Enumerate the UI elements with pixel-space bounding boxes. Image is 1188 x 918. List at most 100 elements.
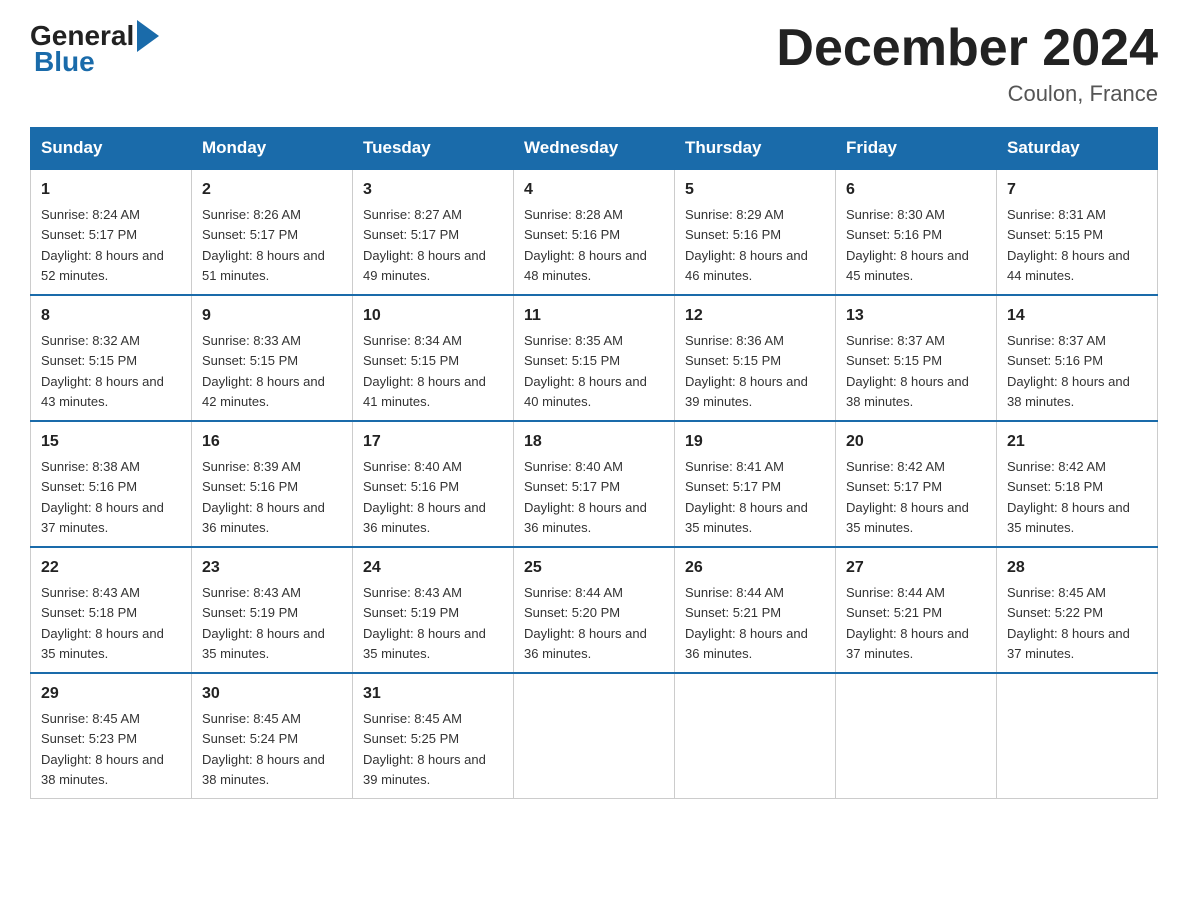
- day-number: 13: [846, 304, 986, 328]
- day-number: 11: [524, 304, 664, 328]
- calendar-week-2: 8 Sunrise: 8:32 AMSunset: 5:15 PMDayligh…: [31, 295, 1158, 421]
- calendar-cell: 14 Sunrise: 8:37 AMSunset: 5:16 PMDaylig…: [997, 295, 1158, 421]
- day-number: 6: [846, 178, 986, 202]
- col-wednesday: Wednesday: [514, 128, 675, 170]
- day-info: Sunrise: 8:30 AMSunset: 5:16 PMDaylight:…: [846, 207, 969, 283]
- day-info: Sunrise: 8:24 AMSunset: 5:17 PMDaylight:…: [41, 207, 164, 283]
- day-info: Sunrise: 8:36 AMSunset: 5:15 PMDaylight:…: [685, 333, 808, 409]
- day-info: Sunrise: 8:43 AMSunset: 5:19 PMDaylight:…: [363, 585, 486, 661]
- day-info: Sunrise: 8:33 AMSunset: 5:15 PMDaylight:…: [202, 333, 325, 409]
- day-info: Sunrise: 8:34 AMSunset: 5:15 PMDaylight:…: [363, 333, 486, 409]
- day-info: Sunrise: 8:38 AMSunset: 5:16 PMDaylight:…: [41, 459, 164, 535]
- calendar-cell: 12 Sunrise: 8:36 AMSunset: 5:15 PMDaylig…: [675, 295, 836, 421]
- day-info: Sunrise: 8:42 AMSunset: 5:17 PMDaylight:…: [846, 459, 969, 535]
- col-sunday: Sunday: [31, 128, 192, 170]
- calendar-cell: 15 Sunrise: 8:38 AMSunset: 5:16 PMDaylig…: [31, 421, 192, 547]
- calendar-cell: 17 Sunrise: 8:40 AMSunset: 5:16 PMDaylig…: [353, 421, 514, 547]
- day-info: Sunrise: 8:39 AMSunset: 5:16 PMDaylight:…: [202, 459, 325, 535]
- day-info: Sunrise: 8:32 AMSunset: 5:15 PMDaylight:…: [41, 333, 164, 409]
- calendar-cell: 26 Sunrise: 8:44 AMSunset: 5:21 PMDaylig…: [675, 547, 836, 673]
- calendar-cell: 3 Sunrise: 8:27 AMSunset: 5:17 PMDayligh…: [353, 169, 514, 295]
- day-number: 9: [202, 304, 342, 328]
- day-number: 31: [363, 682, 503, 706]
- title-area: December 2024 Coulon, France: [776, 20, 1158, 107]
- calendar-cell: 11 Sunrise: 8:35 AMSunset: 5:15 PMDaylig…: [514, 295, 675, 421]
- day-number: 10: [363, 304, 503, 328]
- day-info: Sunrise: 8:27 AMSunset: 5:17 PMDaylight:…: [363, 207, 486, 283]
- day-number: 2: [202, 178, 342, 202]
- day-info: Sunrise: 8:44 AMSunset: 5:21 PMDaylight:…: [846, 585, 969, 661]
- day-info: Sunrise: 8:41 AMSunset: 5:17 PMDaylight:…: [685, 459, 808, 535]
- day-info: Sunrise: 8:28 AMSunset: 5:16 PMDaylight:…: [524, 207, 647, 283]
- calendar-cell: 16 Sunrise: 8:39 AMSunset: 5:16 PMDaylig…: [192, 421, 353, 547]
- day-info: Sunrise: 8:45 AMSunset: 5:22 PMDaylight:…: [1007, 585, 1130, 661]
- day-number: 5: [685, 178, 825, 202]
- day-info: Sunrise: 8:44 AMSunset: 5:20 PMDaylight:…: [524, 585, 647, 661]
- day-number: 28: [1007, 556, 1147, 580]
- month-title: December 2024: [776, 20, 1158, 77]
- calendar-cell: [836, 673, 997, 799]
- day-number: 21: [1007, 430, 1147, 454]
- day-info: Sunrise: 8:44 AMSunset: 5:21 PMDaylight:…: [685, 585, 808, 661]
- day-info: Sunrise: 8:37 AMSunset: 5:16 PMDaylight:…: [1007, 333, 1130, 409]
- day-number: 7: [1007, 178, 1147, 202]
- col-friday: Friday: [836, 128, 997, 170]
- col-tuesday: Tuesday: [353, 128, 514, 170]
- calendar-cell: 9 Sunrise: 8:33 AMSunset: 5:15 PMDayligh…: [192, 295, 353, 421]
- day-info: Sunrise: 8:37 AMSunset: 5:15 PMDaylight:…: [846, 333, 969, 409]
- day-info: Sunrise: 8:31 AMSunset: 5:15 PMDaylight:…: [1007, 207, 1130, 283]
- calendar-table: Sunday Monday Tuesday Wednesday Thursday…: [30, 127, 1158, 799]
- calendar-cell: 23 Sunrise: 8:43 AMSunset: 5:19 PMDaylig…: [192, 547, 353, 673]
- calendar-cell: 19 Sunrise: 8:41 AMSunset: 5:17 PMDaylig…: [675, 421, 836, 547]
- calendar-week-1: 1 Sunrise: 8:24 AMSunset: 5:17 PMDayligh…: [31, 169, 1158, 295]
- day-number: 29: [41, 682, 181, 706]
- logo: General Blue: [30, 20, 159, 78]
- calendar-cell: 25 Sunrise: 8:44 AMSunset: 5:20 PMDaylig…: [514, 547, 675, 673]
- day-number: 18: [524, 430, 664, 454]
- calendar-cell: 6 Sunrise: 8:30 AMSunset: 5:16 PMDayligh…: [836, 169, 997, 295]
- calendar-cell: 8 Sunrise: 8:32 AMSunset: 5:15 PMDayligh…: [31, 295, 192, 421]
- calendar-cell: 22 Sunrise: 8:43 AMSunset: 5:18 PMDaylig…: [31, 547, 192, 673]
- calendar-cell: 27 Sunrise: 8:44 AMSunset: 5:21 PMDaylig…: [836, 547, 997, 673]
- calendar-cell: 28 Sunrise: 8:45 AMSunset: 5:22 PMDaylig…: [997, 547, 1158, 673]
- day-number: 12: [685, 304, 825, 328]
- calendar-cell: [514, 673, 675, 799]
- calendar-cell: 24 Sunrise: 8:43 AMSunset: 5:19 PMDaylig…: [353, 547, 514, 673]
- day-number: 1: [41, 178, 181, 202]
- day-info: Sunrise: 8:40 AMSunset: 5:16 PMDaylight:…: [363, 459, 486, 535]
- day-info: Sunrise: 8:43 AMSunset: 5:18 PMDaylight:…: [41, 585, 164, 661]
- day-number: 16: [202, 430, 342, 454]
- page-header: General Blue December 2024 Coulon, Franc…: [30, 20, 1158, 107]
- day-info: Sunrise: 8:45 AMSunset: 5:25 PMDaylight:…: [363, 711, 486, 787]
- day-number: 25: [524, 556, 664, 580]
- col-saturday: Saturday: [997, 128, 1158, 170]
- day-number: 3: [363, 178, 503, 202]
- day-info: Sunrise: 8:45 AMSunset: 5:24 PMDaylight:…: [202, 711, 325, 787]
- day-number: 19: [685, 430, 825, 454]
- calendar-cell: 4 Sunrise: 8:28 AMSunset: 5:16 PMDayligh…: [514, 169, 675, 295]
- day-number: 15: [41, 430, 181, 454]
- day-info: Sunrise: 8:35 AMSunset: 5:15 PMDaylight:…: [524, 333, 647, 409]
- col-thursday: Thursday: [675, 128, 836, 170]
- calendar-week-4: 22 Sunrise: 8:43 AMSunset: 5:18 PMDaylig…: [31, 547, 1158, 673]
- calendar-cell: [997, 673, 1158, 799]
- calendar-cell: 7 Sunrise: 8:31 AMSunset: 5:15 PMDayligh…: [997, 169, 1158, 295]
- day-number: 17: [363, 430, 503, 454]
- day-info: Sunrise: 8:40 AMSunset: 5:17 PMDaylight:…: [524, 459, 647, 535]
- calendar-cell: 31 Sunrise: 8:45 AMSunset: 5:25 PMDaylig…: [353, 673, 514, 799]
- day-number: 20: [846, 430, 986, 454]
- calendar-cell: 29 Sunrise: 8:45 AMSunset: 5:23 PMDaylig…: [31, 673, 192, 799]
- day-number: 30: [202, 682, 342, 706]
- calendar-cell: 30 Sunrise: 8:45 AMSunset: 5:24 PMDaylig…: [192, 673, 353, 799]
- calendar-cell: 10 Sunrise: 8:34 AMSunset: 5:15 PMDaylig…: [353, 295, 514, 421]
- calendar-cell: [675, 673, 836, 799]
- day-number: 24: [363, 556, 503, 580]
- day-number: 14: [1007, 304, 1147, 328]
- calendar-week-3: 15 Sunrise: 8:38 AMSunset: 5:16 PMDaylig…: [31, 421, 1158, 547]
- calendar-header-row: Sunday Monday Tuesday Wednesday Thursday…: [31, 128, 1158, 170]
- day-info: Sunrise: 8:43 AMSunset: 5:19 PMDaylight:…: [202, 585, 325, 661]
- calendar-cell: 20 Sunrise: 8:42 AMSunset: 5:17 PMDaylig…: [836, 421, 997, 547]
- logo-triangle-icon: [137, 20, 159, 52]
- day-number: 22: [41, 556, 181, 580]
- calendar-cell: 13 Sunrise: 8:37 AMSunset: 5:15 PMDaylig…: [836, 295, 997, 421]
